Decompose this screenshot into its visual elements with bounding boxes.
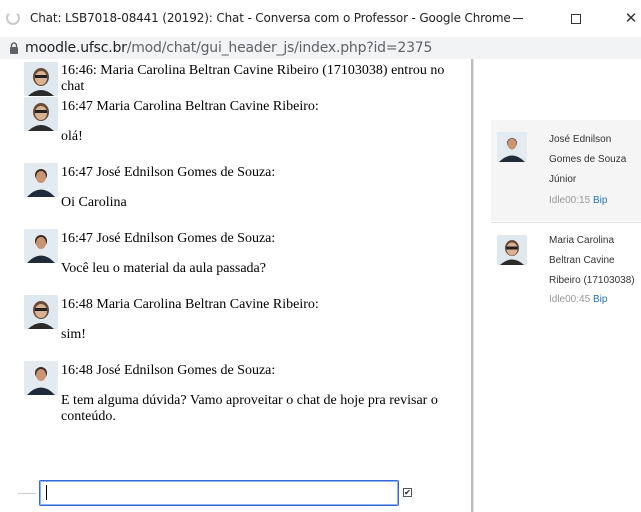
message-body: olá! (61, 129, 83, 144)
user-avatar-maria-icon (24, 97, 58, 131)
idle-time: Idle00:45 (549, 294, 591, 305)
user-name-cont: Gomes de Souza (549, 154, 627, 165)
user-avatar-jose-icon (24, 361, 58, 395)
url-path: /mod/chat/gui_header_js/index.php?id=237… (126, 40, 433, 56)
auto-scroll-checkbox[interactable]: ✔ (403, 488, 412, 497)
message-body: sim! (61, 327, 86, 342)
user-avatar-maria-icon (24, 295, 58, 329)
address-bar[interactable]: moodle.ufsc.br/mod/chat/gui_header_js/in… (0, 37, 641, 59)
avatar (24, 361, 58, 395)
chat-messages-panel (0, 59, 471, 512)
user-name-cont: Ribeiro (17103038) (549, 275, 635, 286)
avatar (24, 229, 58, 263)
tab-loading-icon (6, 11, 20, 25)
message-body: Você leu o material da aula passada? (61, 261, 266, 276)
message-body: Oi Carolina (61, 195, 127, 210)
user-avatar-maria-icon (497, 235, 527, 265)
user-name-cont: Júnior (549, 174, 577, 185)
url-host: moodle.ufsc.br (25, 40, 127, 56)
system-message-text: 16:46: Maria Carolina Beltran Cavine Rib… (61, 63, 445, 78)
user-avatar-jose-icon (497, 132, 527, 162)
maximize-button[interactable] (553, 0, 599, 37)
window-title: Chat: LSB7018-08441 (20192): Chat - Conv… (30, 11, 511, 25)
user-idle-status: Idle00:45 Bip (549, 293, 607, 307)
avatar (497, 132, 527, 162)
user-avatar-jose-icon (24, 229, 58, 263)
message-header: 16:47 Maria Carolina Beltran Cavine Ribe… (61, 99, 319, 114)
message-body-cont: conteúdo. (61, 409, 116, 424)
user-name: Maria Carolina (549, 235, 615, 246)
user-name-cont: Beltran Cavine (549, 255, 615, 266)
lock-icon (10, 42, 18, 54)
message-header: 16:48 Maria Carolina Beltran Cavine Ribe… (61, 297, 319, 312)
close-icon: ✕ (624, 10, 638, 27)
user-avatar-jose-icon (24, 163, 58, 197)
avatar (24, 163, 58, 197)
avatar (24, 295, 58, 329)
close-button[interactable]: ✕ (608, 0, 641, 37)
avatar (24, 62, 58, 96)
window-titlebar: Chat: LSB7018-08441 (20192): Chat - Conv… (0, 0, 641, 37)
system-message-text-cont: chat (61, 79, 85, 94)
avatar (24, 97, 58, 131)
minimize-button[interactable] (495, 0, 541, 37)
url-text[interactable]: moodle.ufsc.br/mod/chat/gui_header_js/in… (25, 40, 432, 56)
message-header: 16:47 José Ednilson Gomes de Souza: (61, 165, 276, 180)
user-idle-status: Idle00:15 Bip (549, 194, 607, 208)
user-avatar-maria-icon (24, 62, 58, 96)
user-list-item[interactable]: José Ednilson Gomes de Souza Júnior Idle… (491, 120, 641, 221)
panel-divider-inner (473, 59, 474, 512)
user-list-item[interactable]: Maria Carolina Beltran Cavine Ribeiro (1… (491, 223, 641, 323)
input-divider (18, 493, 36, 494)
maximize-icon (571, 13, 581, 24)
text-caret (46, 485, 47, 500)
idle-time: Idle00:15 (549, 195, 591, 206)
avatar (497, 235, 527, 265)
message-header: 16:48 José Ednilson Gomes de Souza: (61, 363, 276, 378)
user-name: José Ednilson (549, 134, 612, 145)
message-header: 16:47 José Ednilson Gomes de Souza: (61, 231, 276, 246)
chat-message-input[interactable] (39, 480, 399, 506)
message-body: E tem alguma dúvida? Vamo aproveitar o c… (61, 393, 438, 408)
bip-link[interactable]: Bip (593, 294, 607, 305)
bip-link[interactable]: Bip (593, 195, 607, 206)
minimize-icon (513, 18, 523, 19)
